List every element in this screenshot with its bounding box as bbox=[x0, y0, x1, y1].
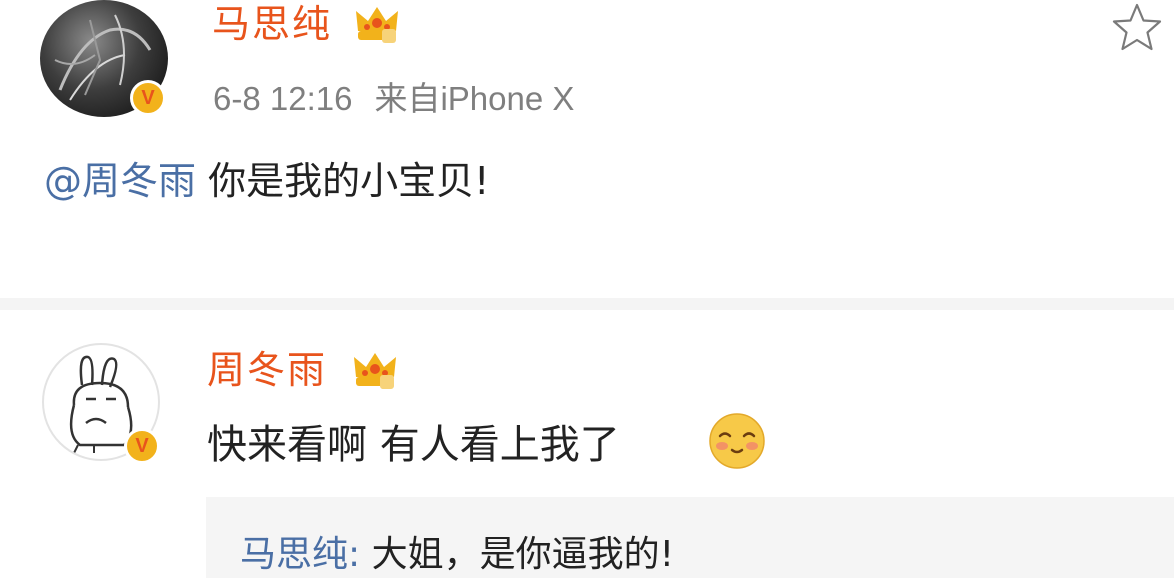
post-content: @周冬雨 你是我的小宝贝! bbox=[44, 162, 489, 200]
quoted-reply-content: 马思纯: 大姐，是你逼我的! bbox=[240, 537, 674, 573]
post-time: 6-8 12:16 bbox=[213, 80, 353, 117]
weibo-screenshot: V 马思纯 6-8 12:16 来自iPhone X @周冬雨 你是我的小宝贝! bbox=[0, 0, 1174, 578]
author-name[interactable]: 马思纯 bbox=[212, 5, 332, 43]
quoted-reply[interactable]: 马思纯: 大姐，是你逼我的! bbox=[206, 497, 1174, 578]
comment-text: 快来看啊 有人看上我了 bbox=[207, 422, 620, 468]
post-card: V 马思纯 6-8 12:16 来自iPhone X @周冬雨 你是我的小宝贝! bbox=[0, 0, 1174, 300]
crown-icon bbox=[356, 7, 398, 43]
post-text: 你是我的小宝贝! bbox=[208, 159, 490, 203]
post-source[interactable]: 来自iPhone X bbox=[374, 80, 574, 117]
verified-badge-icon: V bbox=[130, 80, 166, 116]
crown-icon bbox=[354, 353, 396, 389]
divider bbox=[0, 298, 1174, 310]
shy-face-emoji-icon bbox=[709, 413, 765, 469]
verified-badge-icon: V bbox=[124, 428, 160, 464]
star-outline-icon[interactable] bbox=[1111, 2, 1163, 52]
quoted-reply-author[interactable]: 马思纯: bbox=[240, 534, 360, 575]
commenter-name[interactable]: 周冬雨 bbox=[207, 351, 327, 389]
mention-link[interactable]: @周冬雨 bbox=[44, 159, 196, 203]
post-meta: 6-8 12:16 来自iPhone X bbox=[213, 72, 574, 120]
quoted-reply-text: 大姐，是你逼我的! bbox=[371, 534, 675, 575]
